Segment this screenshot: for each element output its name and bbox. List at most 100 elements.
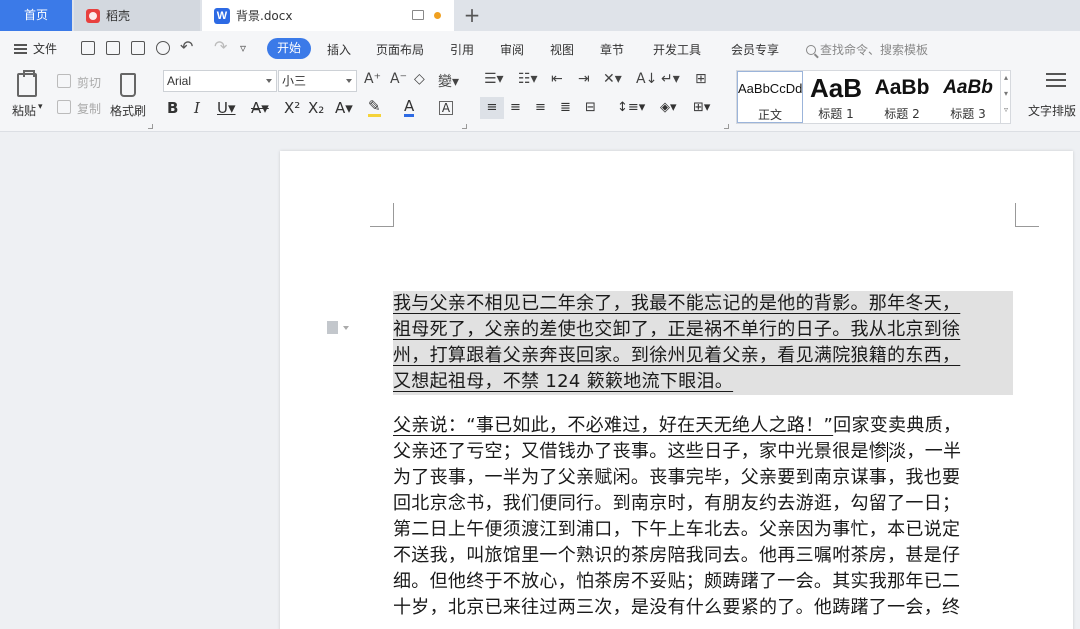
char-border-button[interactable]: A	[439, 101, 453, 115]
command-search-placeholder: 查找命令、搜索模板	[820, 43, 929, 57]
borders-button[interactable]: ⊞▾	[693, 97, 710, 119]
cut-button[interactable]: 剪切	[77, 74, 101, 91]
style-normal-name: 正文	[757, 108, 782, 122]
style-heading-1-name: 标题 1	[818, 107, 854, 121]
bullet-list-icon[interactable]: ☰▾	[484, 71, 504, 87]
print-preview-icon[interactable]	[156, 41, 170, 55]
font-color-button[interactable]: A	[404, 97, 415, 117]
style-normal[interactable]: AaBbCcDd 正文	[737, 71, 803, 123]
format-painter-button[interactable]: 格式刷	[110, 102, 146, 119]
style-heading-3[interactable]: AaBb 标题 3	[935, 71, 1001, 123]
paste-chevron-down-icon[interactable]: ▾	[38, 102, 43, 112]
monitor-icon[interactable]	[412, 10, 424, 20]
align-left-button[interactable]: ≡	[480, 97, 504, 119]
underline-button[interactable]: U▾	[217, 97, 236, 119]
style-heading-2[interactable]: AaBb 标题 2	[869, 71, 935, 123]
chinese-layout-icon[interactable]: ✕▾	[603, 71, 622, 87]
paste-button[interactable]: 粘贴	[12, 102, 36, 119]
text-effect-button[interactable]: A▾	[335, 97, 353, 119]
bold-button[interactable]: B	[167, 97, 178, 119]
underlined-quote: 父亲说：“事已如此，不必难过，好在天无绝人之路！”	[393, 415, 834, 436]
tab-home[interactable]: 首页	[0, 0, 72, 31]
selected-paragraph[interactable]: 我与父亲不相见已二年余了，我最不能忘记的是他的背影。那年冬天， 祖母死了，父亲的…	[393, 291, 1013, 395]
text-layout-button[interactable]: 文字排版	[1028, 102, 1076, 119]
text-run: 父亲还了亏空；又借钱办了丧事。这些日子，家中光景很是惨	[393, 441, 888, 462]
shrink-font-icon[interactable]: A⁻	[390, 71, 407, 87]
style-heading-3-sample: AaBb	[943, 77, 993, 98]
clipboard-dialog-launcher[interactable]	[148, 124, 153, 129]
clear-format-icon[interactable]: ◇	[414, 71, 425, 87]
justify-button[interactable]: ≣	[560, 97, 571, 119]
tab-developer[interactable]: 开发工具	[653, 41, 701, 58]
undo-icon[interactable]: ↶	[180, 37, 193, 56]
tab-stops-icon[interactable]: ⊞	[695, 71, 707, 87]
writer-logo-icon: W	[214, 7, 230, 24]
italic-button[interactable]: I	[194, 97, 200, 119]
strikethrough-button[interactable]: A▾	[251, 97, 269, 119]
phonetic-guide-icon[interactable]: 變▾	[438, 71, 459, 91]
subscript-button[interactable]: X₂	[308, 97, 324, 119]
decrease-indent-icon[interactable]: ⇤	[551, 71, 563, 87]
paragraph-handle[interactable]	[327, 321, 349, 335]
paragraph-handle-chevron-down-icon	[343, 326, 349, 330]
highlight-button[interactable]: ✎	[368, 97, 381, 117]
document-workspace[interactable]: 我与父亲不相见已二年余了，我最不能忘记的是他的背影。那年冬天， 祖母死了，父亲的…	[0, 133, 1080, 629]
command-search[interactable]: 查找命令、搜索模板	[806, 41, 928, 58]
tab-insert[interactable]: 插入	[327, 41, 351, 58]
paragraph-dialog-launcher[interactable]	[724, 124, 729, 129]
menu-bar: 文件 ↶ ↷ ▿ 开始 插入 页面布局 引用 审阅 视图 章节 开发工具 会员专…	[0, 31, 1080, 66]
document-page[interactable]: 我与父亲不相见已二年余了，我最不能忘记的是他的背影。那年冬天， 祖母死了，父亲的…	[280, 151, 1073, 629]
tab-review[interactable]: 审阅	[500, 41, 524, 58]
superscript-button[interactable]: X²	[284, 97, 300, 119]
print-icon[interactable]	[131, 41, 145, 55]
text-layout-icon[interactable]	[1046, 73, 1066, 93]
tab-chapter[interactable]: 章节	[600, 41, 624, 58]
grow-font-icon[interactable]: A⁺	[364, 71, 381, 87]
save-icon[interactable]	[81, 41, 95, 55]
style-heading-1-sample: AaB	[809, 73, 862, 103]
tab-references[interactable]: 引用	[450, 41, 474, 58]
tab-bar: 首页 稻壳 W 背景.docx +	[0, 0, 1080, 31]
align-center-button[interactable]: ≡	[510, 97, 521, 119]
font-dialog-launcher[interactable]	[462, 124, 467, 129]
text-line: 我与父亲不相见已二年余了，我最不能忘记的是他的背影。那年冬天，	[393, 293, 961, 314]
increase-indent-icon[interactable]: ⇥	[578, 71, 590, 87]
style-heading-2-sample: AaBb	[874, 76, 930, 99]
tab-document[interactable]: W 背景.docx	[202, 0, 454, 31]
text-line: 细。但他终于不放心，怕茶房不妥贴；颇踌躇了一会。其实我那年已二	[393, 571, 961, 592]
font-size-select[interactable]: 小三	[278, 70, 357, 92]
tab-view[interactable]: 视图	[550, 41, 574, 58]
more-quick-chevron-down-icon[interactable]: ▿	[240, 41, 246, 55]
paste-icon[interactable]	[17, 70, 37, 97]
redo-icon[interactable]: ↷	[214, 37, 227, 56]
copy-button[interactable]: 复制	[77, 100, 101, 117]
text-run: 淡，一半	[888, 441, 962, 462]
shading-button[interactable]: ◈▾	[660, 97, 677, 119]
tab-daoke[interactable]: 稻壳	[74, 0, 200, 31]
font-size-chevron-down-icon	[346, 79, 352, 83]
style-heading-3-name: 标题 3	[950, 107, 986, 121]
show-marks-icon[interactable]: ↵▾	[661, 71, 680, 87]
numbered-list-icon[interactable]: ☷▾	[518, 71, 538, 87]
font-name-select[interactable]: Arial	[163, 70, 277, 92]
style-gallery-scrollbar[interactable]: ▴ ▾ ▿	[1000, 70, 1011, 124]
paragraph[interactable]: 父亲说：“事已如此，不必难过，好在天无绝人之路！”回家变卖典质， 父亲还了亏空；…	[393, 413, 1013, 621]
new-tab-button[interactable]: +	[462, 3, 482, 27]
tab-membership[interactable]: 会员专享	[731, 41, 779, 58]
tab-daoke-label: 稻壳	[106, 9, 131, 23]
tab-start[interactable]: 开始	[267, 38, 311, 59]
distributed-align-button[interactable]: ⊟	[585, 97, 596, 119]
format-painter-icon[interactable]	[120, 73, 136, 97]
align-right-button[interactable]: ≡	[535, 97, 546, 119]
style-heading-1[interactable]: AaB 标题 1	[803, 71, 869, 123]
sort-icon[interactable]: A↓	[636, 71, 657, 87]
document-body[interactable]: 我与父亲不相见已二年余了，我最不能忘记的是他的背影。那年冬天， 祖母死了，父亲的…	[393, 291, 1013, 621]
text-line: 不送我，叫旅馆里一个熟识的茶房陪我同去。他再三嘱咐茶房，甚是仔	[393, 545, 961, 566]
export-pdf-icon[interactable]	[106, 41, 120, 55]
line-spacing-button[interactable]: ↕≡▾	[617, 97, 645, 119]
file-menu-button[interactable]: 文件	[14, 40, 57, 57]
unsaved-dot-icon	[434, 12, 441, 19]
font-size-value: 小三	[282, 74, 307, 88]
tab-page-layout[interactable]: 页面布局	[376, 41, 424, 58]
text-line: 为了丧事，一半为了父亲赋闲。丧事完毕，父亲要到南京谋事，我也要	[393, 467, 961, 488]
